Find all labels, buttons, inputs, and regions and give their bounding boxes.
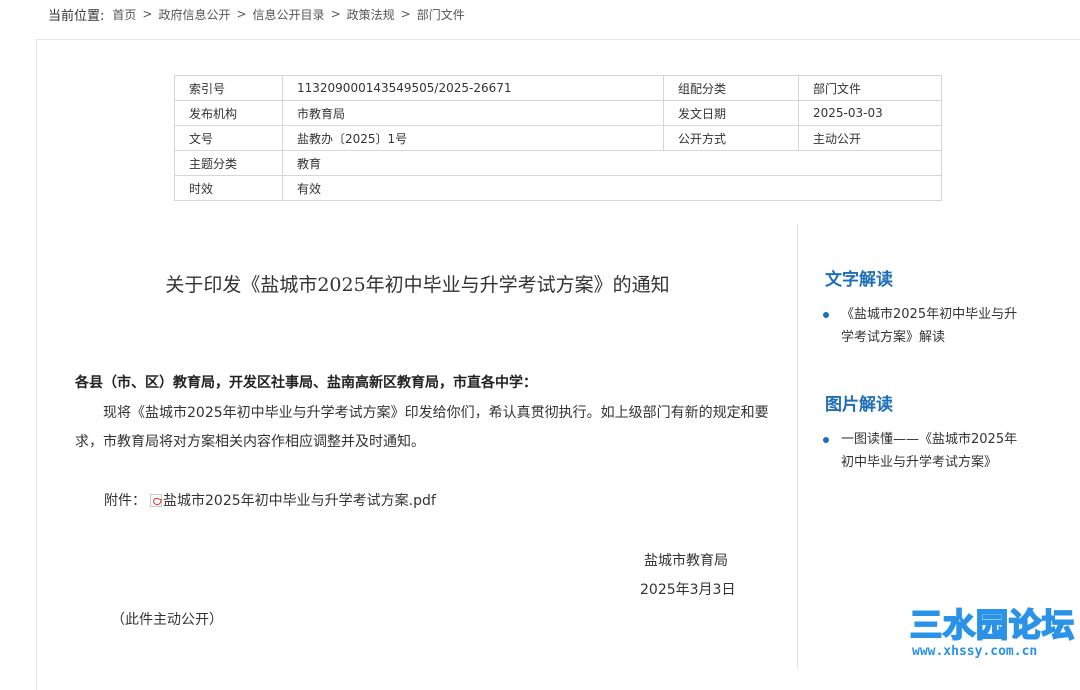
meta-value-disclosure: 主动公开 [798,125,942,151]
document-salutation: 各县（市、区）教育局，开发区社事局、盐南高新区教育局，市直各中学： [75,375,537,391]
document-body: 现将《盐城市2025年初中毕业与升学考试方案》印发给你们，希认真贯彻执行。如上级… [75,405,769,450]
pdf-icon [150,493,162,507]
bullet-dot-icon [823,312,829,318]
meta-label-topic: 主题分类 [174,150,283,176]
meta-value-doc-number: 盐教办〔2025〕1号 [282,125,664,151]
meta-value-validity: 有效 [282,175,942,201]
breadcrumb-separator: > [142,7,153,21]
breadcrumb-policy-link[interactable]: 政策法规 [347,6,395,23]
meta-value-index: 113209000143549505/2025-26671 [282,75,664,101]
meta-label-disclosure: 公开方式 [663,125,799,151]
meta-label-validity: 时效 [174,175,283,201]
attachment-line: 附件： 盐城市2025年初中毕业与升学考试方案.pdf [104,490,436,510]
image-interpretation-link[interactable]: 一图读懂——《盐城市2025年初中毕业与升学考试方案》 [841,428,1021,474]
image-interpretation-item[interactable]: 一图读懂——《盐城市2025年初中毕业与升学考试方案》 [823,428,1023,474]
meta-label-doc-number: 文号 [174,125,283,151]
meta-row: 文号 盐教办〔2025〕1号 公开方式 主动公开 [174,125,942,151]
breadcrumb-catalog-link[interactable]: 信息公开目录 [253,6,325,23]
meta-value-category: 部门文件 [798,75,942,101]
sidebar-divider [797,224,798,669]
breadcrumb-dept-docs-link[interactable]: 部门文件 [417,6,465,23]
watermark-logo: 三水园论坛 [909,605,1076,645]
signature-date: 2025年3月3日 [640,582,736,598]
forum-watermark: 三水园论坛 www.xhssy.com.cn [909,600,1076,662]
meta-label-publisher: 发布机构 [174,100,283,126]
meta-row: 时效 有效 [174,175,942,201]
meta-label-index: 索引号 [174,75,283,101]
text-interpretation-link[interactable]: 《盐城市2025年初中毕业与升学考试方案》解读 [841,303,1021,349]
attachment-link[interactable]: 盐城市2025年初中毕业与升学考试方案.pdf [163,490,436,510]
document-meta-table: 索引号 113209000143549505/2025-26671 组配分类 部… [174,75,942,201]
watermark-url: www.xhssy.com.cn [912,644,1038,659]
document-title: 关于印发《盐城市2025年初中毕业与升学考试方案》的通知 [165,274,670,296]
meta-row: 发布机构 市教育局 发文日期 2025-03-03 [174,100,942,126]
breadcrumb: 当前位置: 首页 > 政府信息公开 > 信息公开目录 > 政策法规 > 部门文件 [48,4,465,24]
bullet-dot-icon [823,437,829,443]
breadcrumb-home-link[interactable]: 首页 [112,6,136,23]
signature-org: 盐城市教育局 [644,553,728,569]
breadcrumb-separator: > [236,7,247,21]
breadcrumb-separator: > [330,7,341,21]
breadcrumb-gov-info-link[interactable]: 政府信息公开 [158,6,230,23]
text-interpretation-heading: 文字解读 [825,270,893,290]
text-interpretation-item[interactable]: 《盐城市2025年初中毕业与升学考试方案》解读 [823,303,1023,349]
meta-value-topic: 教育 [282,150,942,176]
image-interpretation-heading: 图片解读 [825,395,893,415]
meta-label-category: 组配分类 [663,75,799,101]
meta-row: 主题分类 教育 [174,150,942,176]
meta-row: 索引号 113209000143549505/2025-26671 组配分类 部… [174,75,942,101]
meta-value-issue-date: 2025-03-03 [798,100,942,126]
attachment-label: 附件： [104,493,146,509]
breadcrumb-separator: > [400,7,411,21]
meta-label-issue-date: 发文日期 [663,100,799,126]
meta-value-publisher: 市教育局 [282,100,664,126]
public-note: （此件主动公开） [111,612,223,628]
breadcrumb-label: 当前位置: [48,8,105,24]
